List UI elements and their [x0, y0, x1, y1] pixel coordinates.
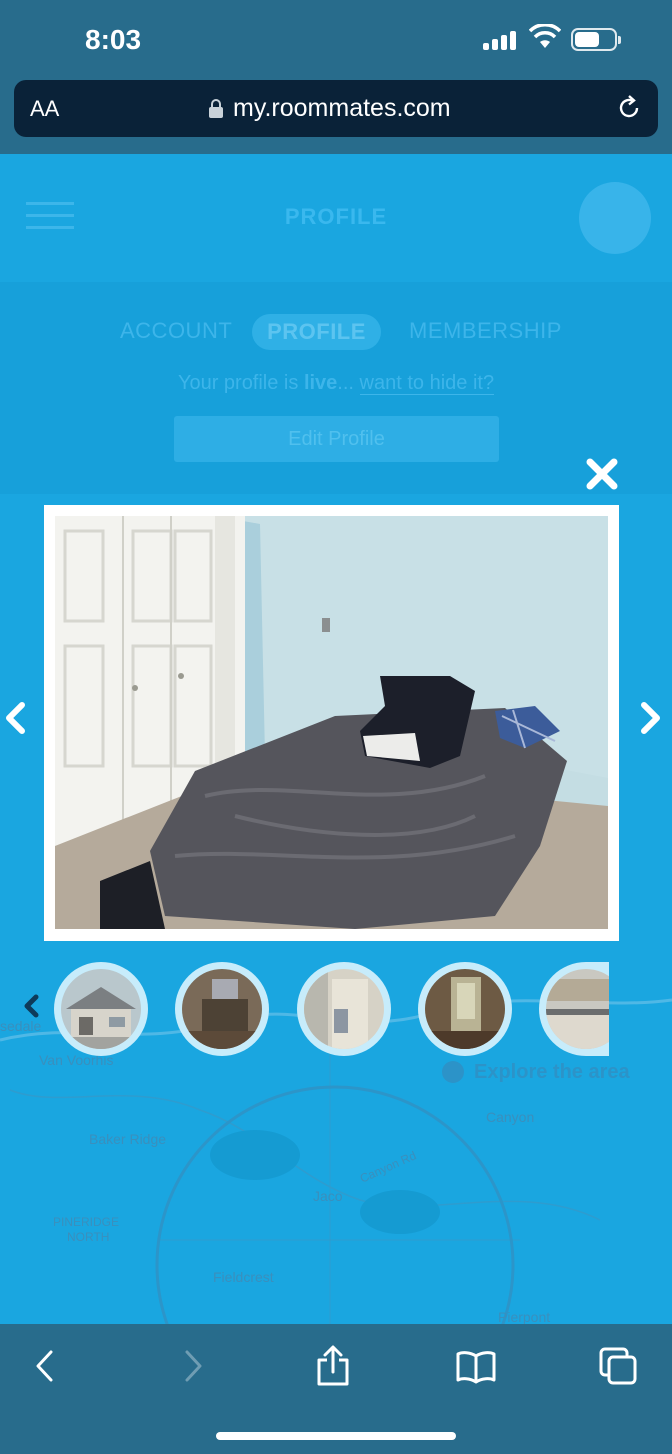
map-label: Fieldcrest — [213, 1269, 274, 1285]
explore-area-label: Explore the area — [474, 1061, 630, 1083]
tabs-icon[interactable] — [596, 1344, 640, 1388]
thumbnail-house-exterior[interactable] — [54, 962, 148, 1056]
close-icon[interactable] — [584, 456, 620, 492]
thumbnail-image — [425, 969, 505, 1049]
live-prefix: Your profile is — [177, 372, 304, 394]
thumbnail-hallway[interactable] — [418, 962, 512, 1056]
battery-icon — [571, 28, 621, 51]
map-label: PINERIDGE — [53, 1215, 120, 1229]
tab-account[interactable]: ACCOUNT — [120, 318, 232, 344]
profile-status-text: Your profile is live... want to hide it? — [0, 372, 672, 395]
browser-toolbar — [0, 1324, 672, 1454]
map-label: Canyon — [486, 1109, 535, 1125]
tab-profile[interactable]: PROFILE — [252, 314, 381, 350]
back-icon[interactable] — [24, 1344, 68, 1388]
chevron-left-icon[interactable] — [0, 700, 30, 736]
edit-profile-button[interactable]: Edit Profile — [174, 416, 499, 462]
tab-bar: ACCOUNT PROFILE MEMBERSHIP — [0, 314, 672, 350]
url-text[interactable]: my.roommates.com — [233, 94, 451, 123]
hide-profile-link[interactable]: want to hide it? — [359, 372, 495, 395]
lock-icon — [209, 99, 223, 118]
thumbnail-prev-icon[interactable] — [22, 994, 40, 1018]
status-bar: 8:03 AA my.roommates.com — [0, 0, 672, 154]
avatar[interactable] — [579, 182, 651, 254]
status-time: 8:03 — [85, 24, 142, 55]
app-header: PROFILE — [0, 154, 672, 282]
map-label: Baker Ridge — [89, 1131, 167, 1147]
map-label: Pierpont — [498, 1309, 551, 1325]
thumbnail-image — [304, 969, 384, 1049]
bookmarks-icon[interactable] — [454, 1344, 498, 1388]
live-word: live — [303, 372, 338, 394]
text-size-button[interactable]: AA — [30, 96, 59, 122]
cellular-signal-icon — [483, 28, 521, 50]
live-ellipsis: ... — [337, 372, 360, 394]
map-label: Jaco — [313, 1188, 343, 1204]
reload-icon[interactable] — [615, 94, 643, 122]
tab-membership[interactable]: MEMBERSHIP — [409, 318, 562, 344]
map-label: NORTH — [67, 1230, 110, 1244]
home-indicator — [216, 1432, 456, 1440]
thumbnail-image — [546, 969, 609, 1049]
url-bar[interactable]: AA my.roommates.com — [14, 80, 658, 137]
photo-viewer — [44, 505, 619, 941]
page-title: PROFILE — [284, 204, 388, 229]
forward-icon[interactable] — [170, 1344, 214, 1388]
globe-icon — [442, 1061, 464, 1083]
map-label: sedale — [0, 1018, 42, 1034]
thumbnail-image — [61, 969, 141, 1049]
profile-subnav: ACCOUNT PROFILE MEMBERSHIP Your profile … — [0, 282, 672, 494]
thumbnail-doorway[interactable] — [297, 962, 391, 1056]
chevron-right-icon[interactable] — [636, 700, 666, 736]
share-icon[interactable] — [311, 1344, 355, 1388]
wifi-icon — [529, 24, 561, 48]
gallery-photo[interactable] — [55, 516, 608, 929]
thumbnail-image — [182, 969, 262, 1049]
thumbnail-living-room[interactable] — [175, 962, 269, 1056]
